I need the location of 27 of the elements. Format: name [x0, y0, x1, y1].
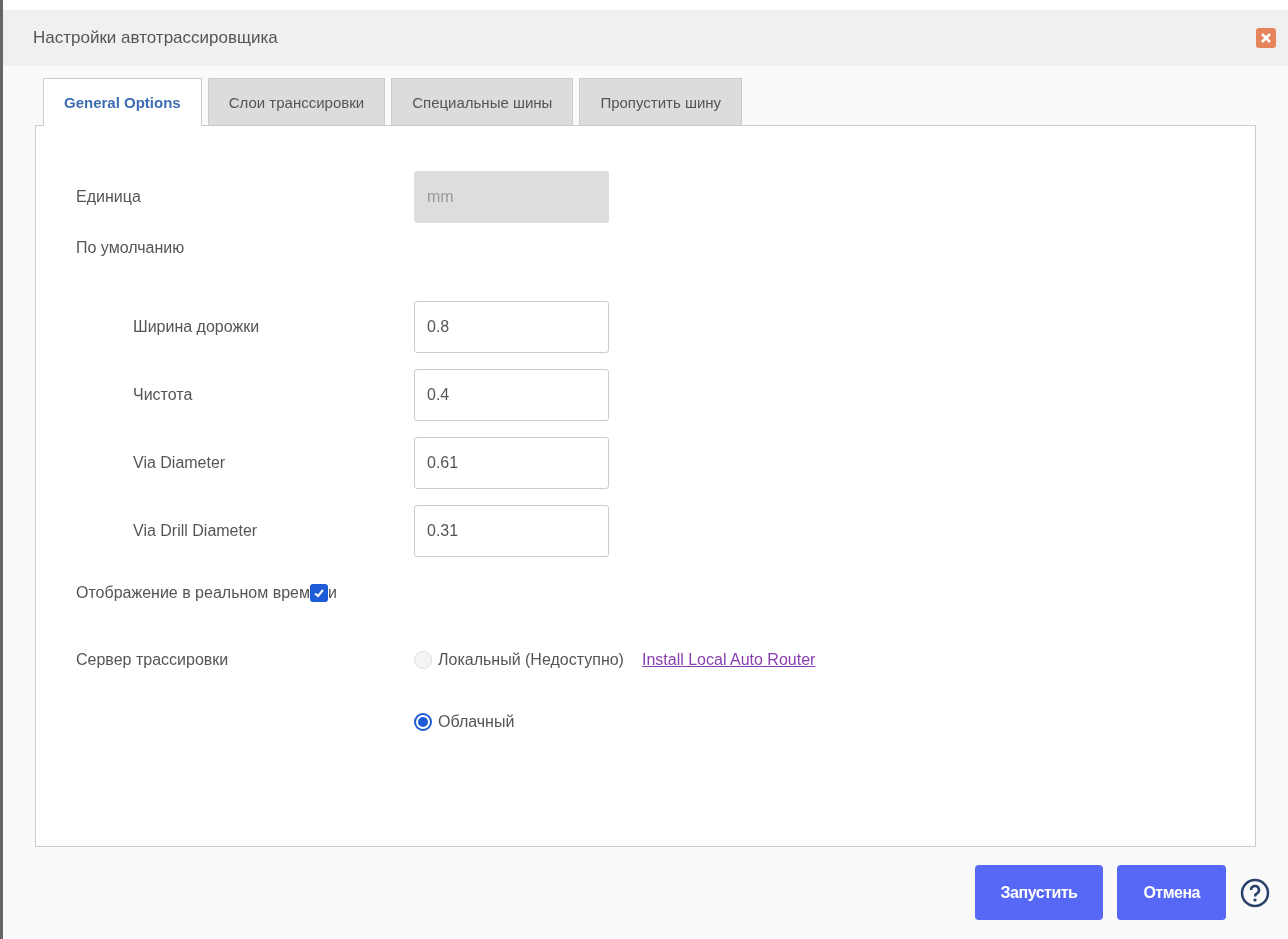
field-label: Чистота	[132, 386, 194, 404]
tab[interactable]: Специальные шины	[391, 78, 574, 125]
input-field[interactable]: 0.8	[414, 301, 609, 353]
field-label: Via Diameter	[132, 454, 227, 472]
tab[interactable]: Пропустить шину	[579, 78, 743, 125]
radio-label: Облачный	[438, 713, 515, 731]
close-icon[interactable]	[1256, 28, 1276, 48]
checkbox[interactable]	[309, 584, 328, 602]
radio-label: Локальный (Недоступно)	[438, 651, 624, 669]
field-label: Ширина дорожки	[132, 318, 261, 336]
window-title: Настройки автотрассировщика	[33, 28, 278, 48]
tab[interactable]: General Options	[43, 78, 202, 126]
input-field[interactable]: 0.31	[414, 505, 609, 557]
field-label: Единица	[76, 188, 142, 206]
input-field[interactable]: 0.4	[414, 369, 609, 421]
tab[interactable]: Слои транссировки	[207, 78, 386, 125]
field-label: Сервер трассировки	[76, 651, 230, 669]
radio-button[interactable]	[414, 713, 432, 731]
dialog-button[interactable]: Запустить	[974, 865, 1104, 920]
checkbox-label: и	[327, 584, 337, 602]
input-field[interactable]: 0.61	[414, 437, 609, 489]
field-label: Via Drill Diameter	[132, 522, 259, 540]
checkbox-label: Отображение в реальном врем	[76, 584, 310, 602]
help-icon[interactable]	[1240, 877, 1270, 908]
section-label: По умолчанию	[76, 239, 186, 258]
dialog-button[interactable]: Отмена	[1117, 865, 1226, 920]
check-icon	[312, 587, 325, 599]
